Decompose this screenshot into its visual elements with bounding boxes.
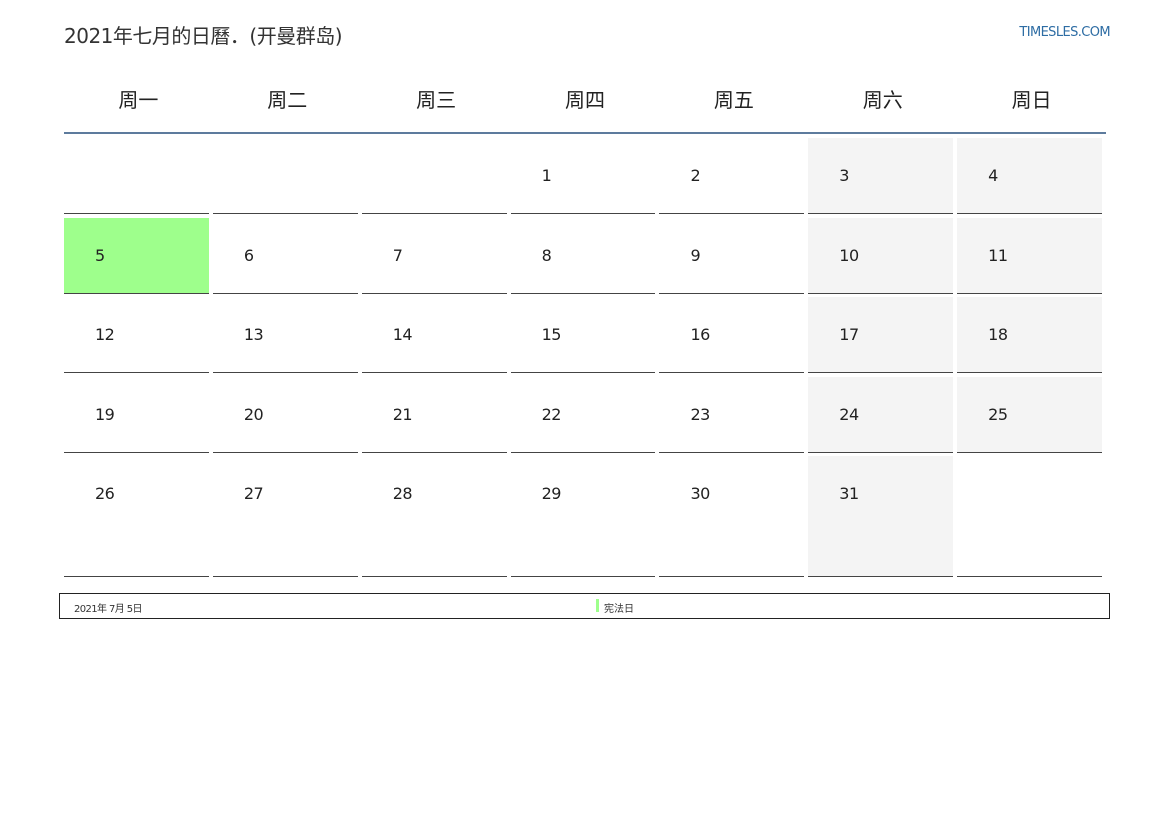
day-cell-18: 18 <box>957 297 1103 373</box>
holiday-legend: 2021年 7月 5日 宪法日 <box>59 593 1110 619</box>
day-cell-13: 13 <box>212 297 358 373</box>
day-number: 5 <box>95 246 105 265</box>
day-number: 11 <box>988 246 1008 265</box>
day-number: 13 <box>243 325 264 344</box>
day-cell-30: 30 <box>659 456 805 577</box>
calendar: 周一 周二 周三 周四 周五 周六 周日 1 2 3 4 5 6 7 8 9 10 11 12 13 14… <box>64 70 1106 577</box>
day-number: 2 <box>690 166 701 185</box>
day-number: 14 <box>392 325 413 344</box>
day-number: 10 <box>839 246 859 265</box>
day-cell-8: 8 <box>510 218 656 294</box>
day-number: 9 <box>690 246 701 265</box>
holiday-date: 2021年 7月 5日 <box>74 604 143 615</box>
day-number: 1 <box>541 166 552 185</box>
weekday-header: 周一 周二 周三 周四 周五 周六 周日 <box>64 70 1106 134</box>
day-cell-12: 12 <box>64 297 209 373</box>
day-number: 18 <box>988 325 1008 344</box>
day-number: 16 <box>690 325 710 344</box>
day-number: 23 <box>690 405 710 424</box>
day-number: 29 <box>541 484 562 503</box>
day-number: 30 <box>690 484 710 503</box>
day-cell-29: 29 <box>510 456 656 577</box>
day-cell-5: 5 <box>64 218 209 294</box>
holiday-name: 宪法日 <box>604 604 634 615</box>
holiday-color-marker <box>596 599 599 612</box>
day-cell-1: 1 <box>510 138 656 214</box>
day-cell-7: 7 <box>361 218 507 294</box>
day-cell-11: 11 <box>957 218 1103 294</box>
day-cell-27: 27 <box>212 456 358 577</box>
day-cell-17: 17 <box>808 297 954 373</box>
day-cell-28: 28 <box>361 456 507 577</box>
day-cell-23: 23 <box>659 377 805 453</box>
day-cell-16: 16 <box>659 297 805 373</box>
day-number: 24 <box>839 405 859 424</box>
day-cell-10: 10 <box>808 218 954 294</box>
day-cell-empty <box>64 138 209 214</box>
weekday-wed: 周三 <box>416 88 457 112</box>
day-number: 19 <box>95 405 115 424</box>
day-cell-15: 15 <box>510 297 656 373</box>
day-number: 3 <box>839 166 849 185</box>
day-cell-empty <box>957 456 1103 577</box>
day-number: 12 <box>95 325 115 344</box>
day-number: 20 <box>243 405 264 424</box>
site-link[interactable]: TIMESLES.COM <box>1019 25 1110 40</box>
weekday-tue: 周二 <box>267 88 308 112</box>
day-cell-20: 20 <box>212 377 358 453</box>
weekday-sun: 周日 <box>1011 88 1052 112</box>
day-cell-21: 21 <box>361 377 507 453</box>
day-number: 15 <box>541 325 562 344</box>
day-cell-2: 2 <box>659 138 805 214</box>
weekday-sat: 周六 <box>862 88 903 112</box>
day-number: 27 <box>243 484 264 503</box>
day-number: 17 <box>839 325 859 344</box>
day-number: 6 <box>243 246 254 265</box>
day-number: 31 <box>839 484 859 503</box>
day-cell-9: 9 <box>659 218 805 294</box>
day-number: 21 <box>392 405 413 424</box>
day-number: 25 <box>988 405 1008 424</box>
page-title: 2021年七月的日曆．(开曼群岛) <box>64 24 343 48</box>
day-number: 4 <box>988 166 998 185</box>
day-number: 26 <box>95 484 115 503</box>
day-number: 7 <box>392 246 403 265</box>
day-cell-3: 3 <box>808 138 954 214</box>
day-number: 28 <box>392 484 413 503</box>
day-number: 8 <box>541 246 552 265</box>
day-cell-22: 22 <box>510 377 656 453</box>
day-cell-19: 19 <box>64 377 209 453</box>
day-cell-26: 26 <box>64 456 209 577</box>
weekday-fri: 周五 <box>713 88 754 112</box>
day-cell-4: 4 <box>957 138 1103 214</box>
day-cell-empty <box>212 138 358 214</box>
day-cell-6: 6 <box>212 218 358 294</box>
day-number: 22 <box>541 405 562 424</box>
weekday-mon: 周一 <box>118 88 159 112</box>
day-cell-24: 24 <box>808 377 954 453</box>
day-cell-empty <box>361 138 507 214</box>
day-cell-14: 14 <box>361 297 507 373</box>
weekday-thu: 周四 <box>565 88 605 112</box>
day-cell-31: 31 <box>808 456 954 577</box>
day-cell-25: 25 <box>957 377 1103 453</box>
